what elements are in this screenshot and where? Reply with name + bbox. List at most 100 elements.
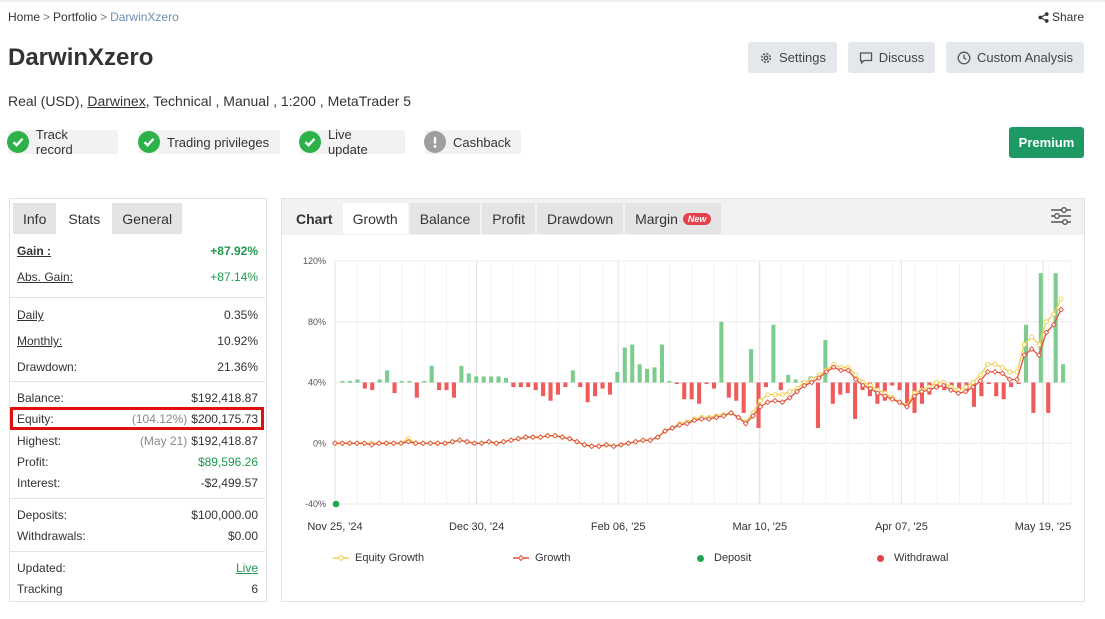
tab-profit[interactable]: Profit — [482, 203, 535, 234]
bar-negative — [1031, 382, 1036, 413]
share-label: Share — [1051, 10, 1084, 24]
stat-deposits: Deposits: $100,000.00 — [17, 508, 258, 522]
stat-label: Deposits: — [17, 508, 68, 522]
settings-button[interactable]: Settings — [748, 42, 837, 73]
bar-negative — [897, 382, 902, 391]
x-tick-label: Apr 07, '25 — [875, 521, 928, 533]
bar-negative — [414, 382, 419, 398]
divider — [10, 551, 265, 552]
account-type: Real (USD), — [8, 93, 84, 109]
bar-negative — [741, 382, 746, 413]
premium-button[interactable]: Premium — [1009, 127, 1084, 158]
tab-general[interactable]: General — [112, 203, 183, 234]
tab-stats[interactable]: Stats — [58, 203, 111, 234]
chart-tabs-label: Chart — [296, 210, 333, 227]
bar-negative — [451, 382, 456, 398]
stat-value: 6 — [251, 582, 258, 596]
equity-growth-point — [1007, 369, 1013, 375]
bar-negative — [689, 382, 694, 400]
stat-label: Drawdown: — [17, 360, 78, 374]
share-button[interactable]: Share — [1038, 10, 1084, 24]
check-icon — [299, 131, 321, 153]
legend-growth[interactable]: Growth — [513, 552, 570, 564]
custom-analysis-button[interactable]: Custom Analysis — [946, 42, 1084, 73]
bar-positive — [347, 380, 352, 383]
stat-value: +87.92% — [210, 244, 258, 258]
bar-negative — [541, 382, 546, 397]
exclamation-icon — [424, 131, 446, 153]
badge-track-record[interactable]: Track record — [7, 127, 118, 157]
stat-label[interactable]: Monthly: — [17, 334, 62, 348]
bar-positive — [481, 376, 486, 383]
equity-growth-point — [1029, 334, 1035, 340]
tab-growth[interactable]: Growth — [342, 203, 408, 234]
stat-value[interactable]: Live — [236, 561, 258, 575]
stat-updated: Updated: Live — [17, 561, 258, 575]
bar-positive — [355, 379, 360, 383]
equity-growth-point — [999, 364, 1005, 370]
tab-drawdown[interactable]: Drawdown — [536, 203, 624, 234]
breadcrumb-home[interactable]: Home — [8, 10, 40, 24]
equity-highlight-box — [10, 407, 264, 430]
check-icon — [7, 131, 29, 153]
bar-positive — [823, 339, 828, 383]
bar-positive — [399, 380, 404, 383]
tab-balance[interactable]: Balance — [409, 203, 481, 234]
stat-drawdown: Drawdown: 21.36% — [17, 360, 258, 374]
bar-positive — [496, 376, 501, 383]
legend-label: Withdrawal — [894, 552, 949, 564]
tab-margin-label: Margin — [635, 210, 678, 227]
bar-positive — [377, 379, 382, 383]
bar-negative — [682, 382, 687, 400]
breadcrumb-current[interactable]: DarwinXzero — [110, 10, 179, 24]
tab-margin[interactable]: Margin New — [625, 203, 722, 234]
growth-point — [1014, 376, 1020, 383]
badge-cashback[interactable]: Cashback — [424, 130, 521, 154]
y-tick-label: 80% — [308, 317, 326, 327]
breadcrumb: Home > Portfolio > DarwinXzero — [8, 10, 179, 24]
growth-chart[interactable]: 120% 80% 40% 0% -40% Nov 25, '24 Dec 30, '24 Fe… — [282, 240, 1084, 540]
chart-settings-sliders-icon[interactable] — [1050, 206, 1072, 226]
breadcrumb-portfolio[interactable]: Portfolio — [53, 10, 97, 24]
divider — [10, 381, 265, 382]
x-tick-label: May 19, '25 — [1015, 521, 1072, 533]
equity-growth-point — [1036, 342, 1042, 347]
badge-trading-privileges[interactable]: Trading privileges — [138, 130, 280, 154]
legend-withdrawal[interactable]: Withdrawal — [877, 552, 948, 564]
bar-positive — [474, 376, 479, 383]
legend-deposit[interactable]: Deposit — [697, 552, 751, 564]
bar-negative — [778, 382, 783, 391]
stat-label[interactable]: Abs. Gain: — [17, 270, 73, 284]
stat-value: $0.00 — [227, 529, 258, 543]
bar-negative — [1016, 382, 1021, 385]
legend-line-marker-icon — [513, 554, 529, 562]
bar-negative — [578, 382, 583, 388]
bar-positive — [719, 321, 724, 383]
stat-label[interactable]: Daily — [17, 308, 44, 322]
tab-info[interactable]: Info — [13, 203, 57, 234]
badge-label: Live update — [327, 127, 368, 157]
legend-dot-icon — [697, 554, 704, 562]
bar-negative — [711, 382, 716, 389]
stat-value: $100,000.00 — [191, 508, 258, 522]
divider — [10, 297, 265, 298]
equity-growth-point — [779, 392, 785, 398]
equity-growth-point — [1051, 311, 1057, 317]
stat-value: 0.35% — [223, 308, 258, 322]
bar-negative — [511, 382, 516, 388]
legend-label: Growth — [535, 552, 571, 564]
discuss-button[interactable]: Discuss — [848, 42, 935, 73]
legend-equity-growth[interactable]: Equity Growth — [333, 552, 424, 564]
stat-label: Withdrawals: — [17, 529, 86, 543]
breadcrumb-separator: > — [43, 10, 51, 24]
broker-link[interactable]: Darwinex — [87, 93, 145, 109]
bar-positive — [793, 379, 798, 383]
bar-negative — [563, 382, 568, 388]
bar-positive — [786, 374, 791, 383]
legend-dot-icon — [877, 554, 884, 562]
bar-negative — [593, 382, 598, 397]
stat-label[interactable]: Gain : — [17, 244, 51, 258]
bar-positive — [630, 344, 635, 383]
badge-live-update[interactable]: Live update — [299, 127, 405, 157]
stat-interest: Interest: -$2,499.57 — [17, 476, 258, 490]
